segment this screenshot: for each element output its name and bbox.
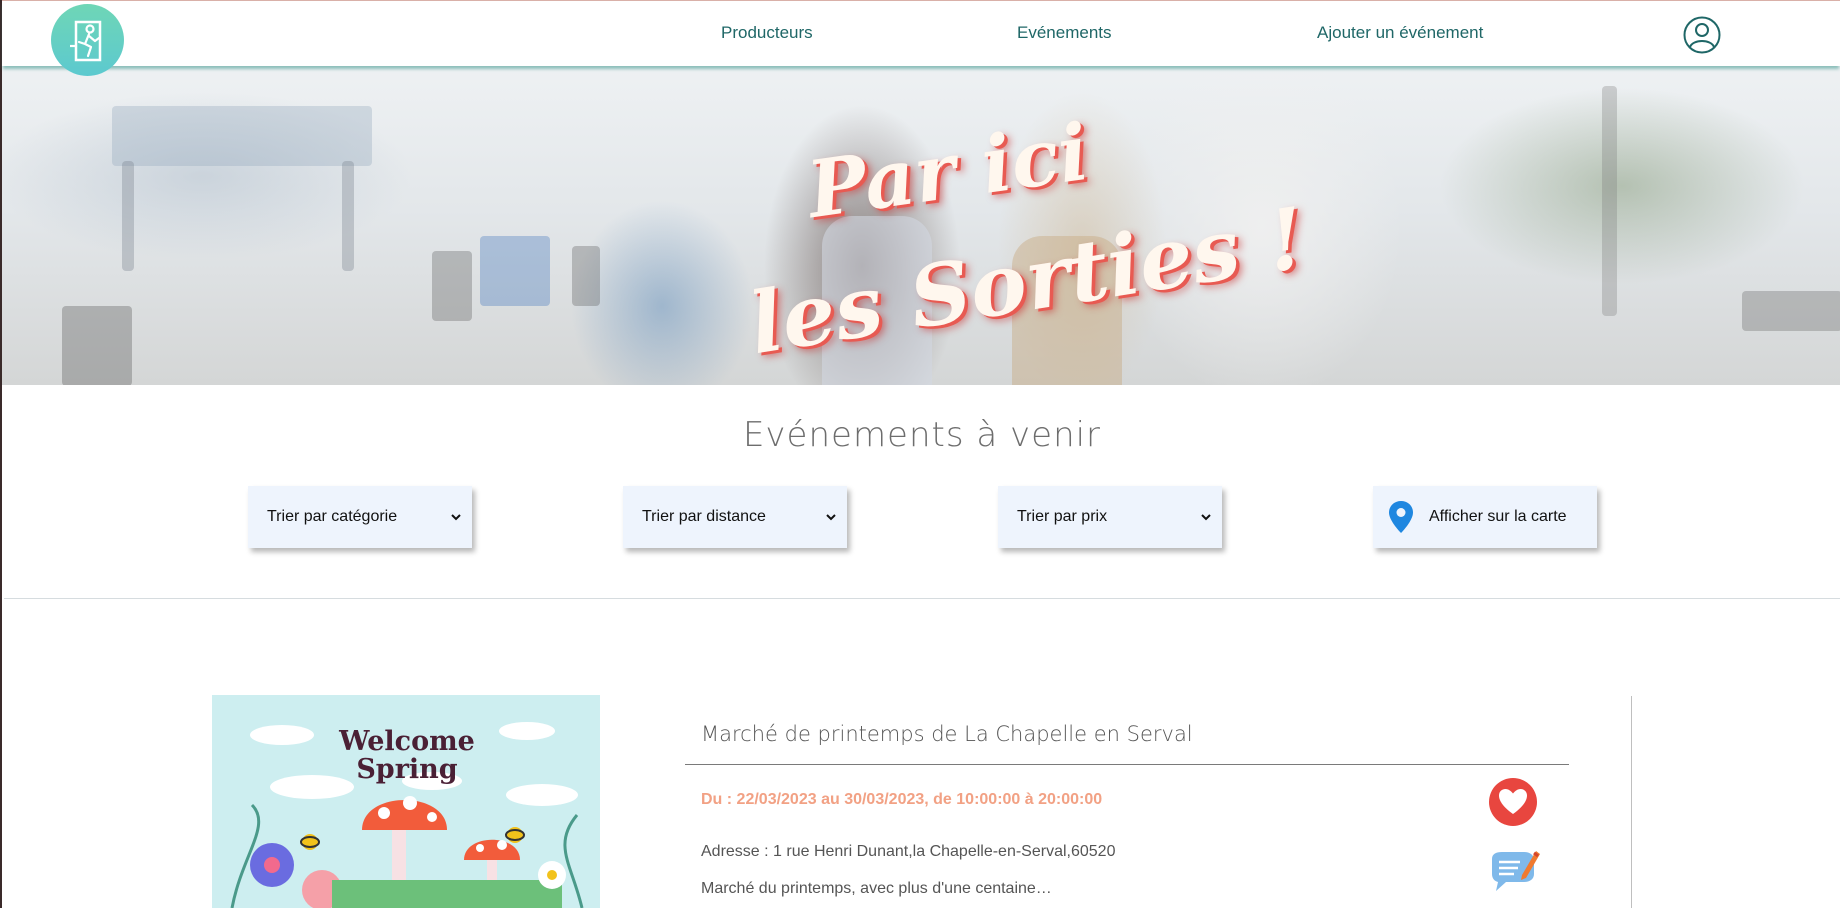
- map-pin-icon: [1389, 501, 1413, 533]
- price-filter-value: Trier par prix: [1017, 508, 1108, 525]
- show-on-map-label: Afficher sur la carte: [1429, 508, 1567, 525]
- nav-ajouter-evenement[interactable]: Ajouter un événement: [1317, 23, 1483, 43]
- chevron-down-icon: [1201, 514, 1211, 521]
- section-divider: [4, 598, 1840, 599]
- comment-edit-icon[interactable]: [1488, 847, 1540, 895]
- show-on-map-button[interactable]: Afficher sur la carte: [1373, 486, 1597, 548]
- welcome-spring-line1: Welcome: [338, 726, 475, 757]
- category-filter-value: Trier par catégorie: [267, 508, 398, 525]
- spring-illustration: Welcome Spring: [212, 695, 600, 908]
- event-address: Adresse : 1 rue Henri Dunant,la Chapelle…: [701, 843, 1116, 860]
- heart-icon[interactable]: [1488, 777, 1538, 827]
- distance-filter-select[interactable]: Trier par distance: [623, 486, 847, 548]
- event-image[interactable]: Welcome Spring: [212, 695, 600, 908]
- upcoming-events-title: Evénements à venir: [742, 415, 1102, 455]
- site-logo[interactable]: [51, 4, 124, 76]
- chevron-down-icon: [826, 514, 836, 521]
- user-account-icon[interactable]: [1683, 16, 1721, 54]
- price-filter-select[interactable]: Trier par prix: [998, 486, 1222, 548]
- exit-door-person-icon: [69, 20, 101, 62]
- chevron-down-icon: [451, 514, 461, 521]
- event-description: Marché du printemps, avec plus d'une cen…: [701, 880, 1052, 897]
- card-divider: [1631, 696, 1632, 908]
- top-navigation-bar: Producteurs Evénements Ajouter un événem…: [2, 0, 1840, 66]
- hero-banner: Par ici les Sorties !: [2, 66, 1840, 385]
- event-title[interactable]: Marché de printemps de La Chapelle en Se…: [701, 722, 1193, 746]
- event-title-rule: [685, 764, 1569, 765]
- nav-producteurs[interactable]: Producteurs: [721, 23, 813, 43]
- distance-filter-value: Trier par distance: [642, 508, 766, 525]
- welcome-spring-line2: Spring: [356, 754, 457, 785]
- event-dates: Du : 22/03/2023 au 30/03/2023, de 10:00:…: [701, 791, 1103, 808]
- category-filter-select[interactable]: Trier par catégorie: [248, 486, 472, 548]
- nav-evenements[interactable]: Evénements: [1017, 23, 1112, 43]
